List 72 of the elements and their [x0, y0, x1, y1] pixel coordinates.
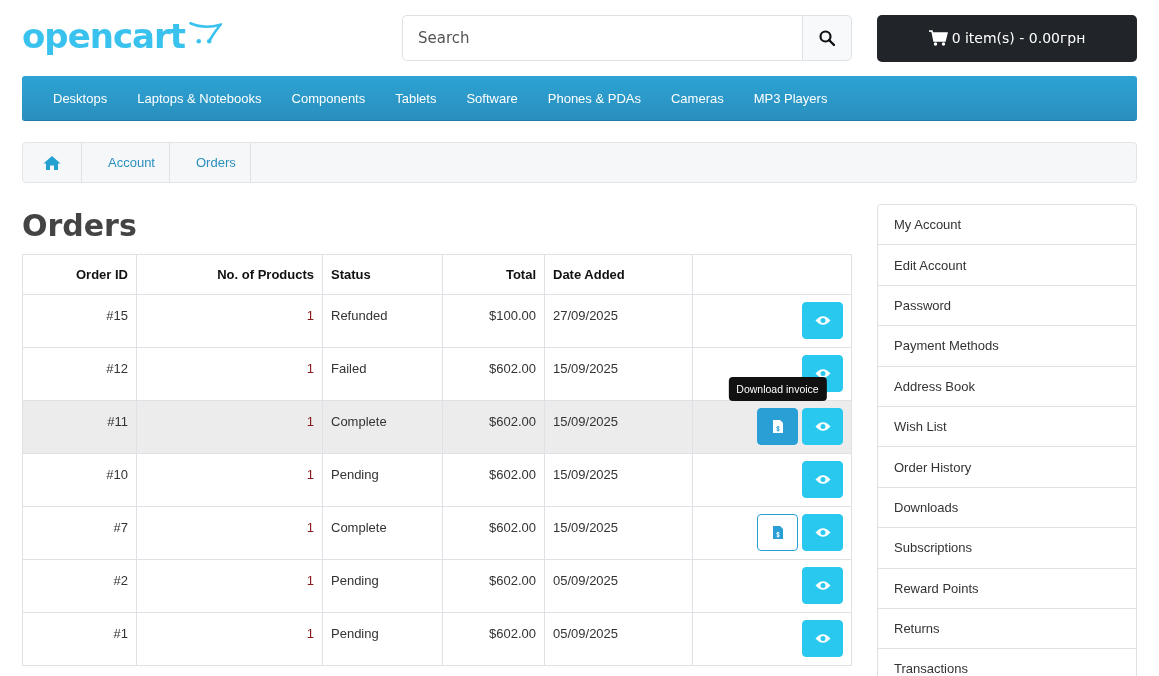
column-header: Order ID	[22, 254, 137, 295]
table-cell: 15/09/2025	[544, 347, 693, 401]
sidebar-link[interactable]: Order History	[878, 447, 1136, 488]
cart-icon	[928, 30, 948, 46]
search-icon	[819, 30, 835, 46]
breadcrumb-link[interactable]: Orders	[170, 143, 251, 182]
tooltip: Download invoice	[728, 377, 827, 401]
table-cell: 27/09/2025	[544, 294, 693, 348]
table-cell: 15/09/2025	[544, 453, 693, 507]
table-cell: 05/09/2025	[544, 612, 693, 666]
sidebar-link[interactable]: Returns	[878, 608, 1136, 650]
table-cell: 1	[136, 294, 323, 348]
table-cell: $602.00	[442, 612, 545, 666]
table-cell: Pending	[322, 453, 443, 507]
table-cell: $602.00	[442, 506, 545, 560]
table-cell: 05/09/2025	[544, 559, 693, 613]
invoice-icon	[772, 420, 783, 433]
sidebar-link[interactable]: Edit Account	[878, 245, 1136, 286]
table-cell: #7	[22, 506, 137, 560]
sidebar-link[interactable]: My Account	[878, 205, 1136, 246]
table-cell: $602.00	[442, 559, 545, 613]
table-cell: 1	[136, 506, 323, 560]
table-cell: #10	[22, 453, 137, 507]
table-cell: Complete	[322, 400, 443, 454]
table-cell: 1	[136, 400, 323, 454]
eye-icon	[814, 633, 831, 644]
table-cell: $602.00	[442, 347, 545, 401]
eye-icon	[814, 474, 831, 485]
table-cell: 15/09/2025	[544, 506, 693, 560]
table-cell: #12	[22, 347, 137, 401]
table-cell: #2	[22, 559, 137, 613]
sidebar-link[interactable]: Transactions	[878, 649, 1136, 676]
table-cell: Pending	[322, 559, 443, 613]
table-cell: $602.00	[442, 453, 545, 507]
table-cell: 1	[136, 347, 323, 401]
table-cell: $100.00	[442, 294, 545, 348]
sidebar-link[interactable]: Reward Points	[878, 568, 1136, 609]
eye-icon	[814, 580, 831, 591]
table-cell: Failed	[322, 347, 443, 401]
table-cell: Refunded	[322, 294, 443, 348]
invoice-button[interactable]	[757, 514, 798, 551]
eye-icon	[814, 315, 831, 326]
breadcrumb-link[interactable]: Account	[82, 143, 170, 182]
search-button[interactable]	[802, 15, 852, 61]
invoice-icon	[772, 526, 783, 539]
sidebar-link[interactable]: Wish List	[878, 406, 1136, 448]
table-cell: Pending	[322, 612, 443, 666]
table-cell: #1	[22, 612, 137, 666]
sidebar-link[interactable]: Subscriptions	[878, 528, 1136, 569]
sidebar-link[interactable]: Downloads	[878, 487, 1136, 529]
eye-icon	[814, 421, 831, 432]
column-header: No. of Products	[136, 254, 323, 295]
table-cell: 1	[136, 559, 323, 613]
table-cell: 1	[136, 453, 323, 507]
table-cell: 1	[136, 612, 323, 666]
sidebar-link[interactable]: Payment Methods	[878, 326, 1136, 367]
table-cell: #11	[22, 400, 137, 454]
table-cell: Complete	[322, 506, 443, 560]
table-cell: $602.00	[442, 400, 545, 454]
cart-button[interactable]: 0 item(s) - 0.00грн	[877, 14, 1137, 62]
table-cell: #15	[22, 294, 137, 348]
page-title: Orders	[22, 207, 138, 245]
sidebar-link[interactable]: Password	[878, 285, 1136, 327]
column-header: Date Added	[544, 254, 693, 295]
search-field[interactable]: Search	[402, 15, 802, 61]
column-header: Total	[442, 254, 545, 295]
eye-icon	[814, 368, 831, 379]
table-cell: 15/09/2025	[544, 400, 693, 454]
eye-icon	[814, 527, 831, 538]
sidebar-link[interactable]: Address Book	[878, 366, 1136, 407]
home-icon	[43, 154, 61, 171]
column-header: Status	[322, 254, 443, 295]
